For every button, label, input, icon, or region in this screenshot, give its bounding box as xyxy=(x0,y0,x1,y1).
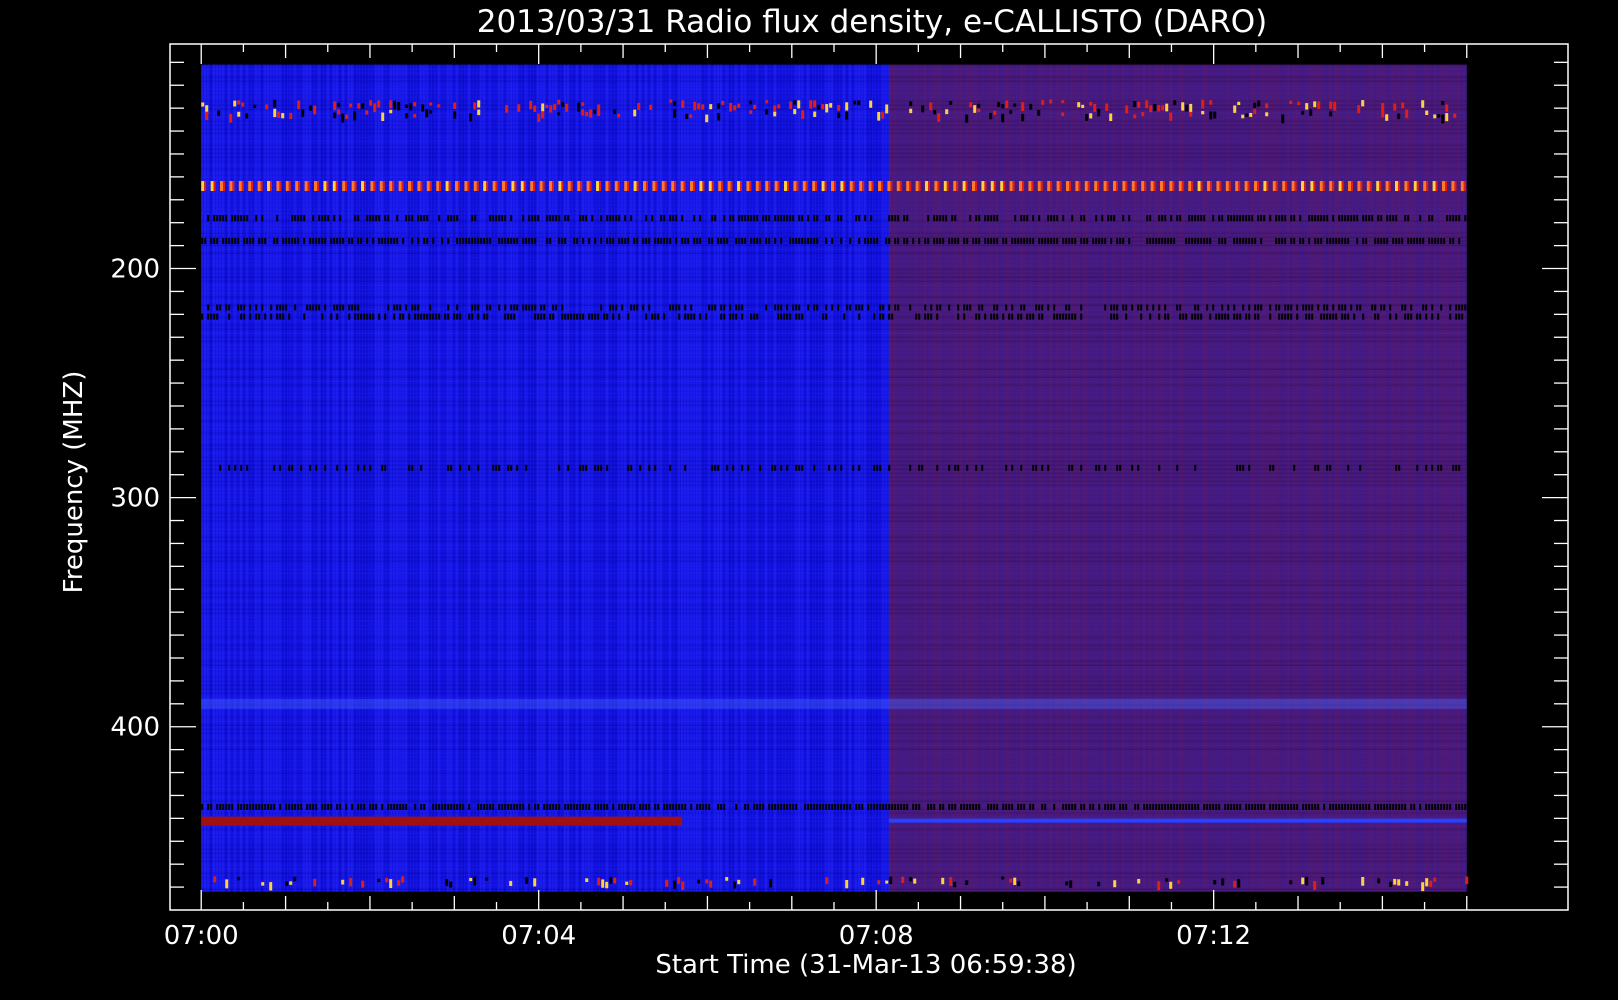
x-tick-label: 07:08 xyxy=(839,921,914,951)
y-axis-label: Frequency (MHZ) xyxy=(59,371,89,594)
x-tick-label: 07:12 xyxy=(1176,921,1251,951)
x-axis-label: Start Time (31-Mar-13 06:59:38) xyxy=(655,950,1076,980)
x-tick-label: 07:00 xyxy=(164,921,239,951)
y-tick-label: 400 xyxy=(110,713,160,743)
spectrogram-chart: 2013/03/31 Radio flux density, e-CALLIST… xyxy=(0,0,1618,1000)
y-tick-label: 200 xyxy=(110,255,160,285)
y-tick-label: 300 xyxy=(110,484,160,514)
band-164mhz xyxy=(201,181,1466,192)
chart-title: 2013/03/31 Radio flux density, e-CALLIST… xyxy=(477,4,1268,40)
spectrogram-heatmap xyxy=(201,64,1469,892)
band-390mhz xyxy=(201,698,1467,709)
x-tick-label: 07:04 xyxy=(501,921,576,951)
